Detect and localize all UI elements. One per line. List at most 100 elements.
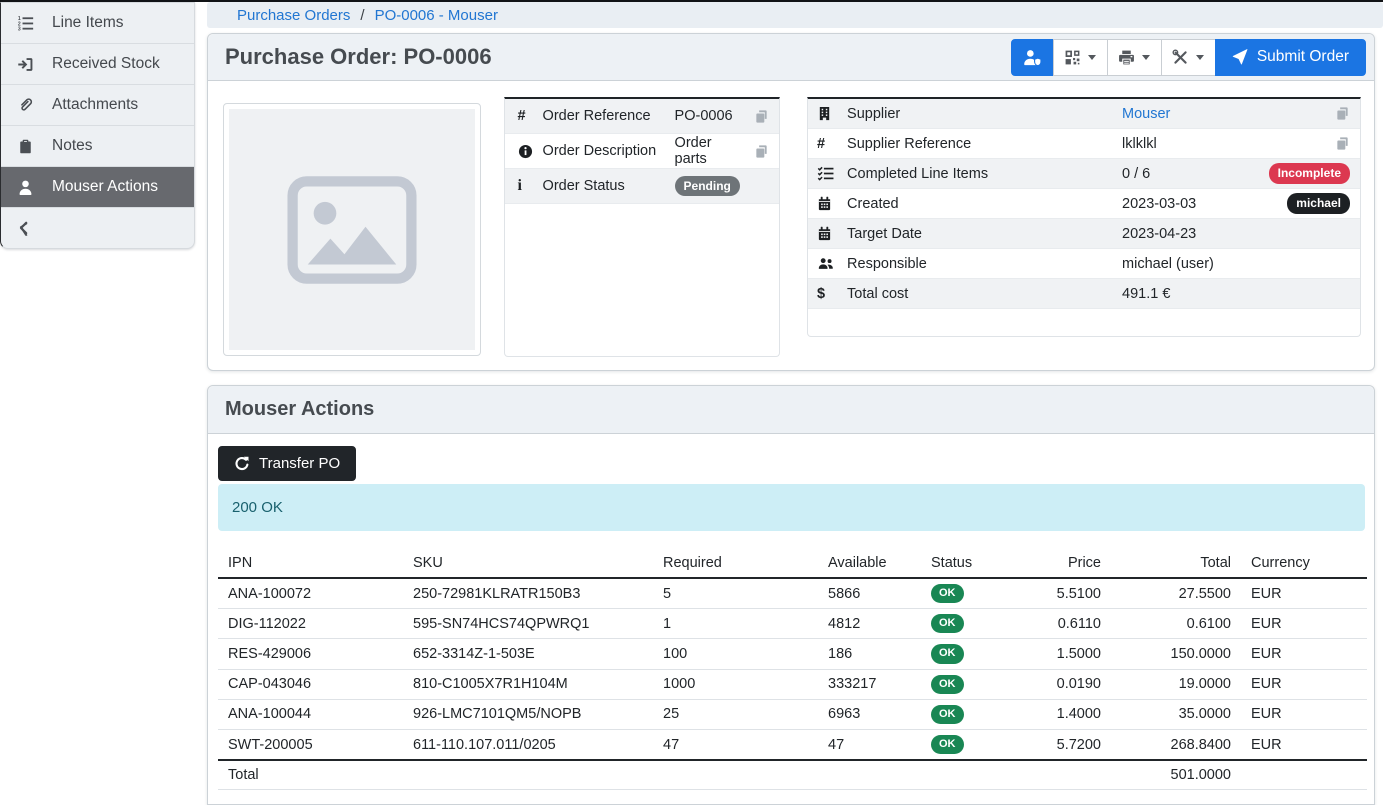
sidebar-collapse-button[interactable] <box>1 207 194 248</box>
column-header-available: Available <box>818 549 921 578</box>
mouser-actions-panel-header: Mouser Actions <box>208 386 1374 434</box>
detail-value: PO-0006 <box>675 108 747 124</box>
options-menu-button[interactable] <box>1161 39 1216 76</box>
sidebar: 123Line Items Received Stock Attachments No… <box>0 2 195 249</box>
supplier-detail-row-supplier-reference: #Supplier Referencelklklkl <box>808 129 1360 159</box>
barcode-menu-button[interactable] <box>1053 39 1108 76</box>
order-lines-table: IPNSKURequiredAvailableStatusPriceTotalC… <box>218 549 1367 790</box>
sidebar-item-label: Attachments <box>52 96 138 114</box>
user-icon <box>15 179 35 196</box>
detail-value: michael (user) <box>1122 256 1350 272</box>
detail-value: lklklkl <box>1122 136 1335 152</box>
currency-cell: EUR <box>1241 578 1367 609</box>
supplier-details-card: SupplierMouser#Supplier Referencelklklkl… <box>807 97 1361 337</box>
detail-label: Order Reference <box>543 108 675 124</box>
required-cell: 5 <box>653 578 818 609</box>
dollar-icon: $ <box>817 286 847 302</box>
column-header-sku: SKU <box>403 549 653 578</box>
purchase-order-panel: Purchase Order: PO-0006 <box>207 33 1375 371</box>
ok-badge: OK <box>931 735 964 754</box>
price-cell: 5.7200 <box>1041 729 1111 760</box>
transfer-po-button[interactable]: Transfer PO <box>218 446 356 481</box>
breadcrumb-link-current-order[interactable]: PO-0006 - Mouser <box>375 7 498 24</box>
caret-down-icon <box>1196 55 1204 60</box>
sidebar-item-notes[interactable]: Notes <box>1 125 194 166</box>
order-detail-row-order-description: Order DescriptionOrder parts <box>505 134 779 169</box>
admin-button[interactable] <box>1011 39 1054 76</box>
table-header-row: IPNSKURequiredAvailableStatusPriceTotalC… <box>218 549 1367 578</box>
status-cell: OK <box>921 669 1041 699</box>
ok-badge: OK <box>931 675 964 694</box>
order-detail-row-order-reference: #Order ReferencePO-0006 <box>505 99 779 134</box>
status-cell: OK <box>921 729 1041 760</box>
copy-icon[interactable] <box>747 109 769 124</box>
price-cell: 1.4000 <box>1041 699 1111 729</box>
table-row: SWT-200005611-110.107.011/02054747OK5.72… <box>218 729 1367 760</box>
users-icon <box>817 256 847 271</box>
tools-icon <box>1172 49 1189 66</box>
required-cell: 1 <box>653 609 818 639</box>
sidebar-item-label: Mouser Actions <box>52 178 158 196</box>
mouser-link[interactable]: Mouser <box>1122 106 1170 122</box>
sign-in-icon <box>15 56 35 73</box>
breadcrumb: Purchase Orders / PO-0006 - Mouser <box>207 2 1383 28</box>
price-cell: 0.6110 <box>1041 609 1111 639</box>
status-badge: Incomplete <box>1269 163 1350 183</box>
paper-plane-icon <box>1232 49 1248 65</box>
available-cell: 5866 <box>818 578 921 609</box>
user-shield-icon <box>1022 48 1042 66</box>
status-cell: OK <box>921 578 1041 609</box>
window-top-border <box>0 0 1383 2</box>
copy-icon[interactable] <box>747 144 769 159</box>
copy-icon[interactable] <box>1335 136 1350 151</box>
image-placeholder-icon <box>287 176 417 284</box>
sidebar-item-mouser-actions[interactable]: Mouser Actions <box>1 166 194 207</box>
supplier-detail-row-total-cost: $Total cost491.1 € <box>808 279 1360 309</box>
sidebar-item-label: Received Stock <box>52 55 160 73</box>
calendar-icon <box>817 226 847 241</box>
purchase-order-panel-body: #Order ReferencePO-0006Order Description… <box>208 81 1374 357</box>
available-cell: 47 <box>818 729 921 760</box>
ipn-cell: SWT-200005 <box>218 729 403 760</box>
supplier-detail-row-created: Created2023-03-03michael <box>808 189 1360 219</box>
submit-order-button[interactable]: Submit Order <box>1215 39 1366 76</box>
copy-icon[interactable] <box>1335 106 1350 121</box>
qrcode-icon <box>1064 49 1081 66</box>
ipn-cell: ANA-100072 <box>218 578 403 609</box>
sku-cell: 611-110.107.011/0205 <box>403 729 653 760</box>
sidebar-item-received-stock[interactable]: Received Stock <box>1 43 194 84</box>
info-icon: i <box>518 177 543 195</box>
toolbar: Submit Order <box>1011 39 1366 76</box>
total-cell: 27.5500 <box>1111 578 1241 609</box>
required-cell: 100 <box>653 639 818 669</box>
user-badge: michael <box>1287 193 1350 213</box>
sidebar-item-attachments[interactable]: Attachments <box>1 84 194 125</box>
mouser-actions-panel-body: Transfer PO 200 OK IPNSKURequiredAvailab… <box>208 434 1374 790</box>
table-row: ANA-100072250-72981KLRATR150B355866OK5.5… <box>218 578 1367 609</box>
detail-value: 0 / 6 <box>1122 166 1269 182</box>
calendar-icon <box>817 196 847 211</box>
mouser-actions-panel: Mouser Actions Transfer PO 200 OK IPNSKU… <box>207 385 1375 805</box>
column-header-ipn: IPN <box>218 549 403 578</box>
required-cell: 25 <box>653 699 818 729</box>
hashtag-icon: # <box>817 136 847 152</box>
ok-badge: OK <box>931 705 964 724</box>
image-placeholder <box>229 109 475 350</box>
available-cell: 6963 <box>818 699 921 729</box>
paperclip-icon <box>15 97 35 113</box>
detail-label: Total cost <box>847 286 1122 302</box>
currency-cell: EUR <box>1241 669 1367 699</box>
detail-value: 2023-03-03 <box>1122 196 1287 212</box>
sidebar-item-label: Notes <box>52 137 93 155</box>
ipn-cell: RES-429006 <box>218 639 403 669</box>
detail-value: 2023-04-23 <box>1122 226 1350 242</box>
breadcrumb-link-purchase-orders[interactable]: Purchase Orders <box>237 7 350 24</box>
detail-label: Completed Line Items <box>847 166 1122 182</box>
total-cell: 19.0000 <box>1111 669 1241 699</box>
printer-icon <box>1118 49 1135 66</box>
print-menu-button[interactable] <box>1107 39 1162 76</box>
supplier-detail-row-responsible: Responsiblemichael (user) <box>808 249 1360 279</box>
sidebar-item-line-items[interactable]: 123Line Items <box>1 3 194 43</box>
status-badge: michael <box>1287 193 1350 213</box>
refresh-icon <box>234 456 250 472</box>
